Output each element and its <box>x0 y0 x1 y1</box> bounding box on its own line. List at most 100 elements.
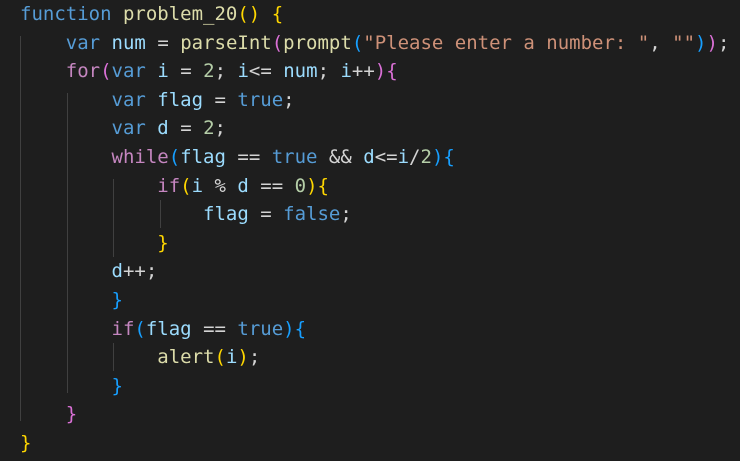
code-token: { <box>317 174 329 197</box>
code-token: == <box>191 317 238 340</box>
code-token: ) <box>374 60 387 83</box>
code-token: == <box>248 174 295 197</box>
code-line[interactable]: var flag = true; <box>20 86 295 115</box>
code-token: parseInt <box>180 31 272 54</box>
code-token: ) <box>706 31 718 54</box>
code-line[interactable]: flag = false; <box>20 200 352 229</box>
code-token: ( <box>168 146 181 168</box>
code-token: ( <box>351 31 364 54</box>
code-token: i <box>397 146 410 168</box>
code-token: var <box>111 60 146 83</box>
code-line[interactable]: if(i % d == 0){ <box>20 172 329 201</box>
code-token: i <box>157 60 169 83</box>
code-token: i <box>237 60 249 83</box>
code-token: flag <box>180 146 226 168</box>
code-token: = <box>168 117 204 140</box>
code-token: ) <box>431 146 444 168</box>
code-line[interactable]: var num = parseInt(prompt("Please enter … <box>20 29 730 58</box>
code-token: ; <box>340 203 352 226</box>
code-token: () <box>237 3 261 25</box>
code-token: 0 <box>294 174 307 197</box>
code-token: ) <box>283 317 295 340</box>
code-token: = <box>203 88 238 111</box>
code-token: } <box>157 231 169 254</box>
code-token: ; <box>214 117 226 140</box>
code-line[interactable]: while(flag == true && d<=i/2){ <box>20 143 455 172</box>
code-line[interactable]: } <box>20 429 31 458</box>
code-token: while <box>111 146 169 168</box>
code-line[interactable]: } <box>20 286 123 315</box>
code-token: } <box>65 403 78 426</box>
code-token: } <box>111 374 123 397</box>
code-token: flag <box>203 203 249 226</box>
code-line[interactable]: } <box>20 372 123 401</box>
code-token: i <box>225 346 238 369</box>
code-token: = <box>248 203 284 226</box>
code-token: num <box>283 60 318 83</box>
code-token: ; <box>717 31 730 54</box>
code-line[interactable]: d++; <box>20 257 158 286</box>
code-token: for <box>65 60 101 83</box>
code-line[interactable]: } <box>20 229 169 258</box>
code-line[interactable]: alert(i); <box>20 343 260 372</box>
code-token: var <box>111 88 146 111</box>
code-token: ) <box>237 346 249 369</box>
code-token: prompt <box>283 31 352 54</box>
code-line[interactable]: } <box>20 400 77 429</box>
code-token: { <box>386 60 398 83</box>
code-token: ++; <box>122 260 158 283</box>
code-token: { <box>294 317 307 340</box>
code-token: { <box>271 3 284 25</box>
code-token: ( <box>100 60 112 83</box>
code-token: function <box>20 3 112 25</box>
code-line[interactable]: function problem_20() { <box>20 0 283 29</box>
code-token: d <box>111 260 123 283</box>
code-token: problem_20 <box>122 3 238 25</box>
code-token: ( <box>134 317 146 340</box>
code-token: ( <box>180 174 192 197</box>
code-token: if <box>111 317 135 340</box>
code-token: d <box>157 117 169 140</box>
code-token: flag <box>145 317 192 340</box>
code-token: 2 <box>203 60 215 83</box>
code-token: d <box>237 174 249 197</box>
code-token: i <box>340 60 352 83</box>
code-token: ) <box>306 174 318 197</box>
code-token: ; <box>248 346 261 369</box>
code-token: false <box>283 203 341 226</box>
code-token: ( <box>271 31 284 54</box>
code-token: , <box>649 31 673 54</box>
code-token: % <box>203 174 238 197</box>
code-token: "Please enter a number: " <box>363 31 650 54</box>
code-token: ++ <box>351 60 375 83</box>
code-token: true <box>237 317 284 340</box>
code-line[interactable]: if(flag == true){ <box>20 315 307 344</box>
code-line[interactable]: for(var i = 2; i<= num; i++){ <box>20 57 398 86</box>
code-token: ; <box>317 60 341 83</box>
code-token: true <box>271 146 318 168</box>
code-editor[interactable]: function problem_20() { var num = parseI… <box>0 0 740 461</box>
code-token: d <box>363 146 375 168</box>
code-line[interactable]: var d = 2; <box>20 114 226 143</box>
code-token: true <box>237 88 284 111</box>
code-token: } <box>111 289 123 311</box>
code-token: if <box>157 174 181 197</box>
code-token: flag <box>157 88 204 111</box>
